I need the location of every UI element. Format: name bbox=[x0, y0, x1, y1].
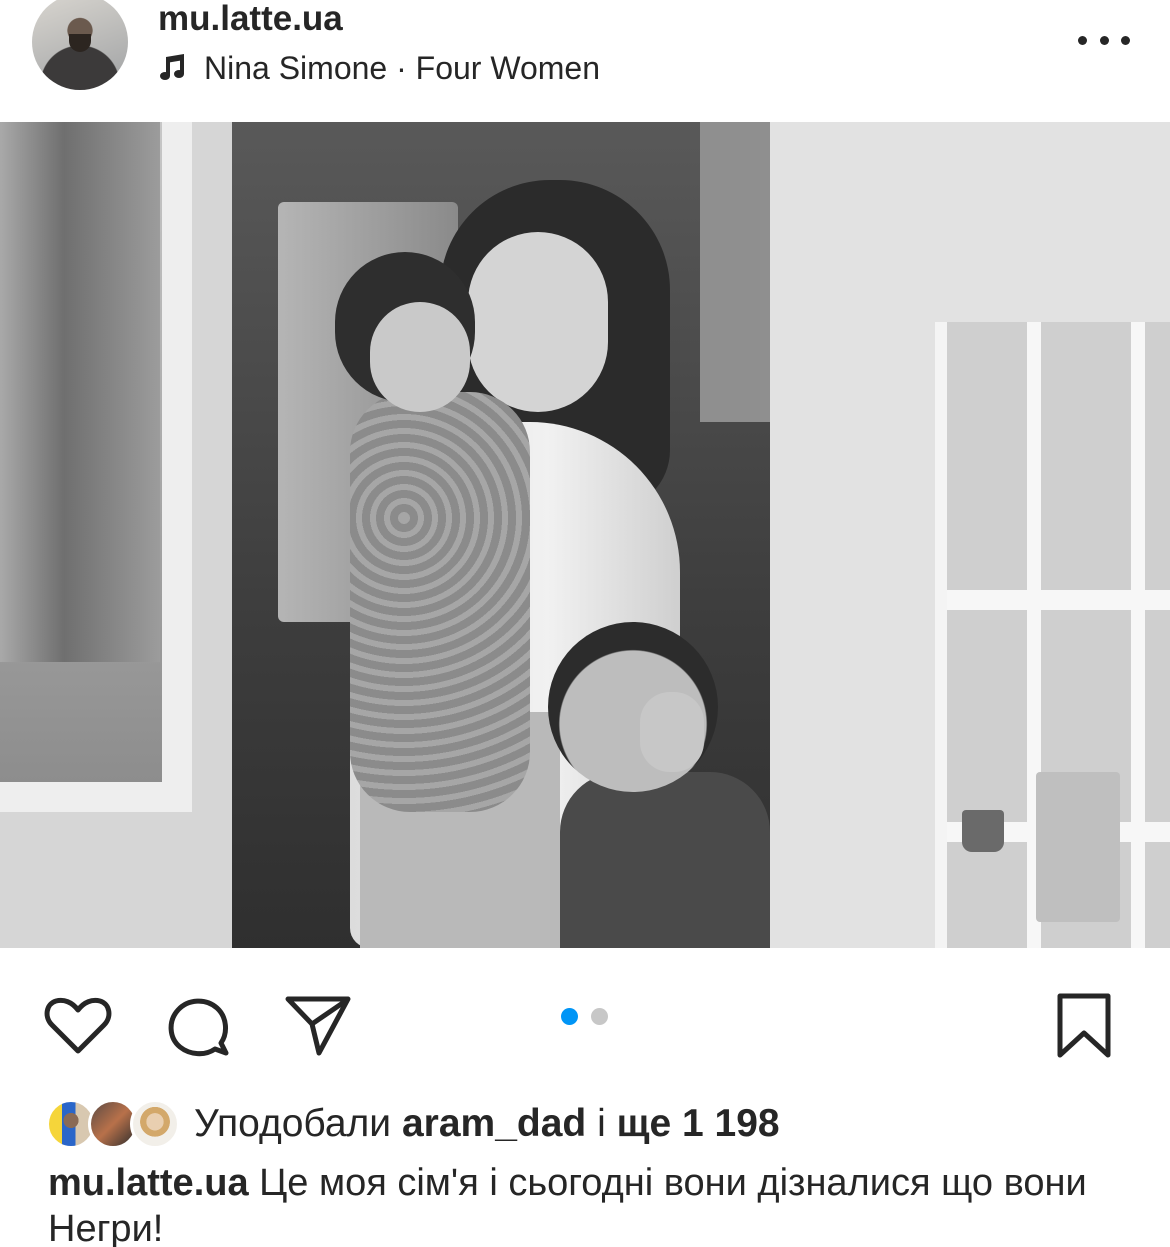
music-note-icon bbox=[160, 54, 184, 80]
action-bar bbox=[0, 948, 1170, 1088]
caption-username[interactable]: mu.latte.ua bbox=[48, 1162, 249, 1204]
profile-avatar[interactable] bbox=[32, 0, 128, 90]
music-label: Nina Simone · Four Women bbox=[204, 49, 600, 86]
share-button[interactable] bbox=[282, 990, 354, 1062]
heart-icon bbox=[44, 997, 112, 1054]
liker-username[interactable]: aram_dad bbox=[402, 1102, 586, 1145]
paper-plane-icon bbox=[285, 996, 351, 1056]
comment-bubble-icon bbox=[168, 998, 229, 1057]
post-username[interactable]: mu.latte.ua bbox=[158, 0, 343, 40]
music-attribution[interactable]: Nina Simone · Four Women bbox=[158, 48, 600, 88]
bookmark-icon bbox=[1057, 993, 1111, 1058]
likes-summary[interactable]: Уподобали aram_dad і ще 1 198 bbox=[46, 1094, 780, 1154]
comment-button[interactable] bbox=[162, 990, 234, 1062]
carousel-indicator bbox=[561, 1008, 608, 1025]
more-options-button[interactable] bbox=[1078, 28, 1130, 52]
avatar bbox=[130, 1099, 180, 1149]
carousel-dot-active bbox=[561, 1008, 578, 1025]
post-header: mu.latte.ua Nina Simone · Four Women bbox=[0, 0, 1170, 120]
likes-count[interactable]: ще 1 198 bbox=[617, 1102, 780, 1145]
save-button[interactable] bbox=[1048, 990, 1120, 1062]
carousel-dot bbox=[591, 1008, 608, 1025]
liker-avatars bbox=[46, 1097, 180, 1151]
like-button[interactable] bbox=[42, 990, 114, 1062]
likes-text: Уподобали aram_dad і ще 1 198 bbox=[194, 1102, 780, 1145]
more-horizontal-icon bbox=[1078, 35, 1087, 45]
post-caption: mu.latte.ua Це моя сім'я і сьогодні вони… bbox=[48, 1160, 1148, 1247]
post-image[interactable] bbox=[0, 122, 1170, 948]
